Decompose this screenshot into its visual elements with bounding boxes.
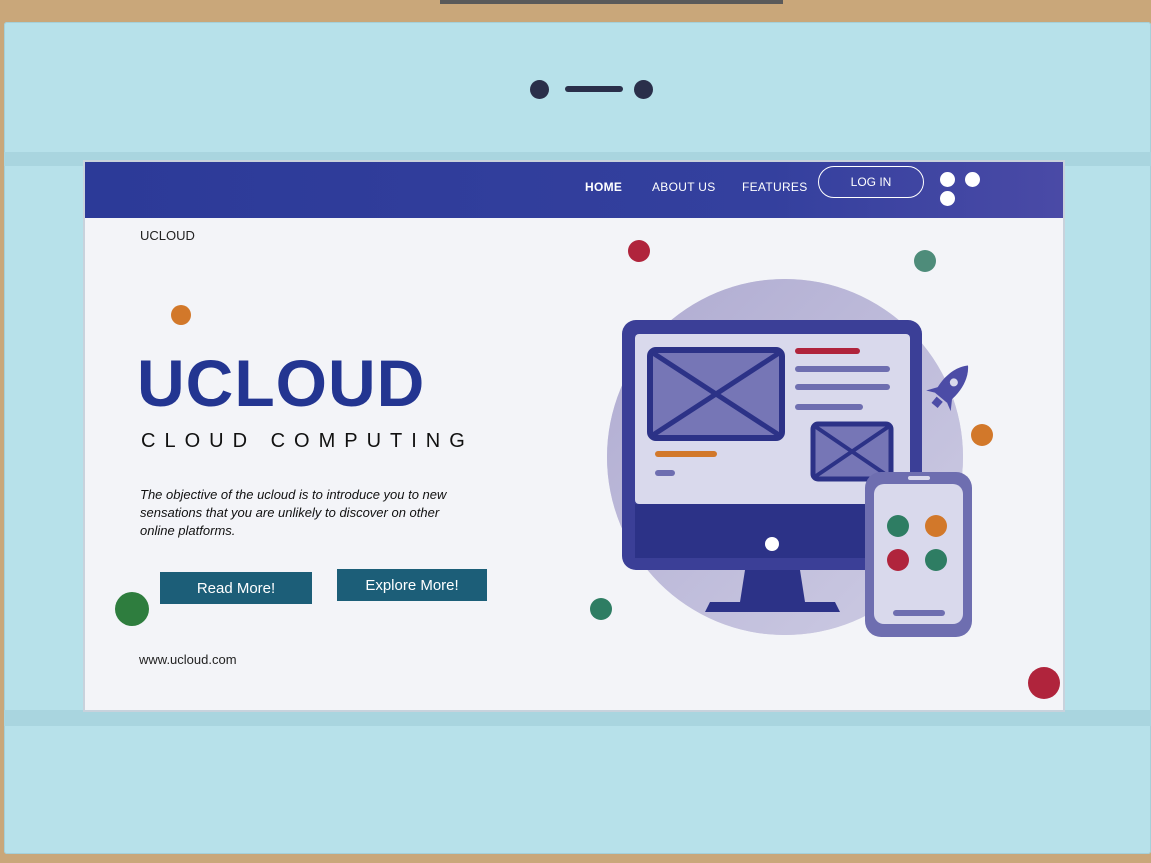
brand-logo[interactable]: UCLOUD xyxy=(140,228,195,243)
hero-illustration xyxy=(607,279,972,637)
website-url[interactable]: www.ucloud.com xyxy=(139,652,237,667)
frame-shade xyxy=(4,710,1151,726)
website-screen: HOME ABOUT US FEATURES LOG IN UCLOUD UCL… xyxy=(85,162,1063,710)
more-dots-icon[interactable] xyxy=(940,172,1010,206)
hero-description: The objective of the ucloud is to introd… xyxy=(140,487,447,538)
decor-dot xyxy=(171,305,191,325)
decor-dot xyxy=(1028,667,1060,699)
hero-subtitle: CLOUD COMPUTING xyxy=(141,430,474,452)
nav-about-link[interactable]: ABOUT US xyxy=(652,180,716,194)
navbar: HOME ABOUT US FEATURES LOG IN xyxy=(85,162,1063,218)
phone-icon xyxy=(865,472,972,637)
camera-icon xyxy=(530,78,655,99)
tape xyxy=(440,0,783,4)
login-button[interactable]: LOG IN xyxy=(818,166,924,198)
nav-home-link[interactable]: HOME xyxy=(585,180,622,194)
nav-features-link[interactable]: FEATURES xyxy=(742,180,808,194)
read-more-button[interactable]: Read More! xyxy=(160,572,312,604)
explore-more-button[interactable]: Explore More! xyxy=(337,569,487,601)
decor-dot xyxy=(115,592,149,626)
hero-title: UCLOUD xyxy=(137,346,426,420)
